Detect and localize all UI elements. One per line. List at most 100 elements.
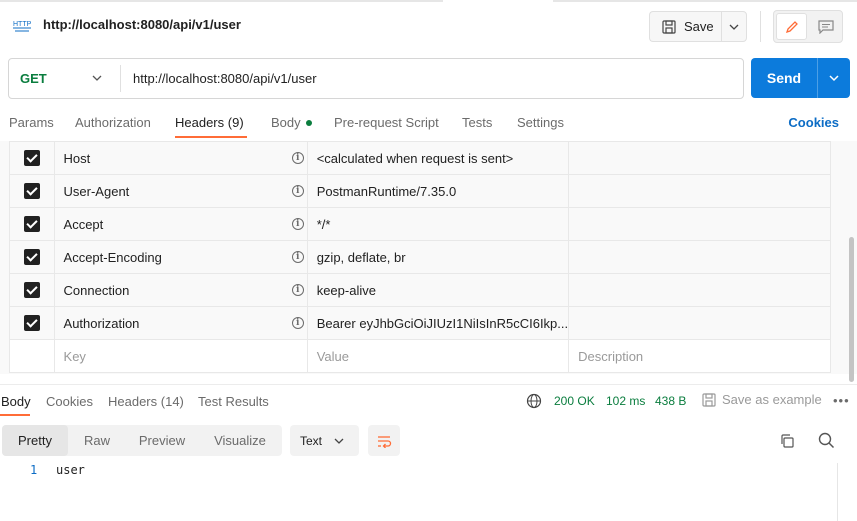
wrap-lines-icon [378,435,392,448]
comment-icon [817,19,834,34]
header-key-cell[interactable]: Accept i [53,207,308,241]
header-description-cell[interactable] [568,174,831,208]
url-divider [120,65,121,92]
new-header-description-input[interactable]: Description [568,339,831,373]
pencil-icon [785,20,798,33]
tab-headers[interactable]: Headers (9) [175,115,244,130]
view-raw-button[interactable]: Raw [68,425,126,456]
info-icon[interactable]: i [291,218,304,230]
tab-settings[interactable]: Settings [517,115,564,130]
header-value: <calculated when request is sent> [316,150,514,166]
header-value-cell[interactable]: */* [306,207,570,241]
view-pretty-button[interactable]: Pretty [2,425,68,456]
line-number: 1 [30,463,38,477]
header-value-cell[interactable]: Bearer eyJhbGciOiJIUzI1NiIsInR5cCI6Ikp..… [306,306,570,340]
request-url-bar: GET http://localhost:8080/api/v1/user [8,58,744,99]
header-value: */* [316,216,331,232]
header-checkbox-cell [9,273,55,307]
new-header-row: Key Value Description [9,339,831,373]
send-button[interactable]: Send [751,58,817,98]
copy-icon[interactable] [779,433,795,449]
response-tab-cookies[interactable]: Cookies [46,394,93,409]
tab-params[interactable]: Params [9,115,54,130]
response-tab-test-results[interactable]: Test Results [198,394,269,409]
header-value-cell[interactable]: <calculated when request is sent> [306,141,570,175]
response-divider [0,384,857,385]
format-select-value: Text [300,433,323,448]
search-icon[interactable] [818,432,835,449]
header-description-cell[interactable] [568,306,831,340]
header-checkbox-cell [9,240,55,274]
wrap-lines-button[interactable] [368,425,400,456]
url-input[interactable]: http://localhost:8080/api/v1/user [133,71,723,86]
svg-text:HTTP: HTTP [13,21,31,28]
send-options-button[interactable] [818,58,850,98]
status-code[interactable]: 200 OK [554,394,595,408]
header-value-cell[interactable]: gzip, deflate, br [306,240,570,274]
method-select[interactable]: GET [9,59,121,98]
request-title[interactable]: http://localhost:8080/api/v1/user [43,17,241,32]
header-description-cell[interactable] [568,207,831,241]
header-description-cell[interactable] [568,240,831,274]
response-active-tab-underline [0,414,30,416]
info-icon[interactable]: i [291,251,304,263]
comments-button[interactable] [810,13,841,40]
header-description-cell[interactable] [568,141,831,175]
save-as-example-button[interactable]: Save as example [702,392,822,407]
response-time[interactable]: 102 ms [606,394,645,408]
response-tab-headers-label: Headers [108,394,158,409]
header-key-cell[interactable]: Host i [53,141,308,175]
response-tab-headers-count: (14) [160,394,184,409]
header-value: PostmanRuntime/7.35.0 [316,183,457,199]
header-enabled-checkbox[interactable] [23,249,40,266]
response-tab-headers[interactable]: Headers (14) [108,394,184,409]
view-preview-button[interactable]: Preview [126,425,198,456]
header-enabled-checkbox[interactable] [23,315,40,332]
save-options-button[interactable] [721,11,747,42]
header-row: Host i <calculated when request is sent> [9,141,831,175]
save-icon [702,392,716,407]
tab-pre-request-script[interactable]: Pre-request Script [334,115,439,130]
tab-body[interactable]: Body [271,115,312,130]
info-icon[interactable]: i [291,317,304,329]
cookies-link[interactable]: Cookies [788,115,839,130]
info-icon[interactable]: i [291,185,304,197]
new-header-key-input[interactable]: Key [53,339,308,373]
globe-icon[interactable] [526,393,542,409]
tab-tests[interactable]: Tests [462,115,492,130]
header-value-cell[interactable]: PostmanRuntime/7.35.0 [306,174,570,208]
header-key-cell[interactable]: Connection i [53,273,308,307]
info-icon[interactable]: i [291,284,304,296]
response-size[interactable]: 438 B [655,394,686,408]
chevron-down-icon [829,75,839,82]
edit-mode-button[interactable] [776,13,807,40]
header-key-cell[interactable]: User-Agent i [53,174,308,208]
header-key-cell[interactable]: Accept-Encoding i [53,240,308,274]
header-key-cell[interactable]: Authorization i [53,306,308,340]
format-select[interactable]: Text [290,425,359,456]
header-value-cell[interactable]: keep-alive [306,273,570,307]
save-button[interactable]: Save [649,11,721,42]
method-label: GET [20,71,47,86]
response-tab-body[interactable]: Body [1,394,31,409]
header-description-cell[interactable] [568,273,831,307]
new-header-value-input[interactable]: Value [306,339,570,373]
more-options-icon[interactable]: ••• [833,393,850,408]
header-enabled-checkbox[interactable] [23,183,40,200]
view-visualize-button[interactable]: Visualize [198,425,282,456]
info-icon[interactable]: i [291,152,304,164]
header-row: Accept i */* [9,207,831,241]
tab-authorization[interactable]: Authorization [75,115,151,130]
header-enabled-checkbox[interactable] [23,282,40,299]
save-label: Save [684,19,714,34]
header-enabled-checkbox[interactable] [23,150,40,167]
tab-body-label: Body [271,115,301,130]
send-button-group: Send [751,58,850,98]
header-value: Bearer eyJhbGciOiJIUzI1NiIsInR5cCI6Ikp..… [316,315,569,331]
response-body-content[interactable]: user [56,463,85,477]
header-enabled-checkbox[interactable] [23,216,40,233]
header-checkbox-cell [9,306,55,340]
save-icon [662,19,676,34]
scrollbar[interactable] [849,237,854,382]
request-tabs: Params Authorization Headers (9) Body Pr… [0,111,857,139]
